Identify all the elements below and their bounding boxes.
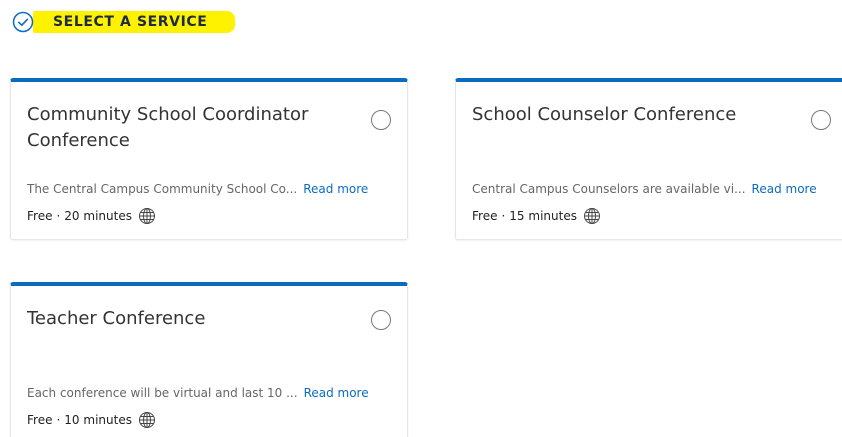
meta-separator: ·: [56, 209, 61, 223]
service-title: Teacher Conference: [27, 308, 206, 329]
check-circle-icon: [12, 11, 34, 33]
read-more-link[interactable]: Read more: [752, 182, 817, 196]
service-title: School Counselor Conference: [472, 104, 737, 125]
service-radio[interactable]: [371, 110, 391, 130]
service-description: The Central Campus Community School Co..…: [27, 182, 298, 196]
service-meta: Free · 15 minutes: [472, 207, 601, 225]
globe-icon: [138, 411, 156, 429]
service-description-row: Central Campus Counselors are available …: [472, 182, 817, 196]
read-more-link[interactable]: Read more: [304, 386, 369, 400]
service-description: Each conference will be virtual and last…: [27, 386, 298, 400]
service-radio[interactable]: [371, 310, 391, 330]
read-more-link[interactable]: Read more: [303, 182, 368, 196]
service-description: Central Campus Counselors are available …: [472, 182, 746, 196]
service-duration: 10 minutes: [64, 413, 132, 427]
service-description-row: Each conference will be virtual and last…: [27, 386, 369, 400]
service-price: Free: [27, 209, 53, 223]
service-title: Community School Coordinator Conference: [27, 104, 309, 151]
section-header: SELECT A SERVICE: [12, 10, 236, 34]
service-description-row: The Central Campus Community School Co..…: [27, 182, 368, 196]
service-duration: 20 minutes: [64, 209, 132, 223]
service-meta: Free · 20 minutes: [27, 207, 156, 225]
service-price: Free: [472, 209, 498, 223]
service-price: Free: [27, 413, 53, 427]
service-card-community-school-coordinator[interactable]: Community School Coordinator Conference …: [10, 78, 408, 240]
booking-page: SELECT A SERVICE Community School Coordi…: [0, 0, 842, 437]
service-card-school-counselor[interactable]: School Counselor Conference Central Camp…: [455, 78, 842, 240]
globe-icon: [138, 207, 156, 225]
service-radio[interactable]: [811, 110, 831, 130]
section-title: SELECT A SERVICE: [33, 11, 236, 33]
service-duration: 15 minutes: [509, 209, 577, 223]
meta-separator: ·: [501, 209, 506, 223]
service-meta: Free · 10 minutes: [27, 411, 156, 429]
globe-icon: [583, 207, 601, 225]
service-card-teacher[interactable]: Teacher Conference Each conference will …: [10, 282, 408, 437]
meta-separator: ·: [56, 413, 61, 427]
